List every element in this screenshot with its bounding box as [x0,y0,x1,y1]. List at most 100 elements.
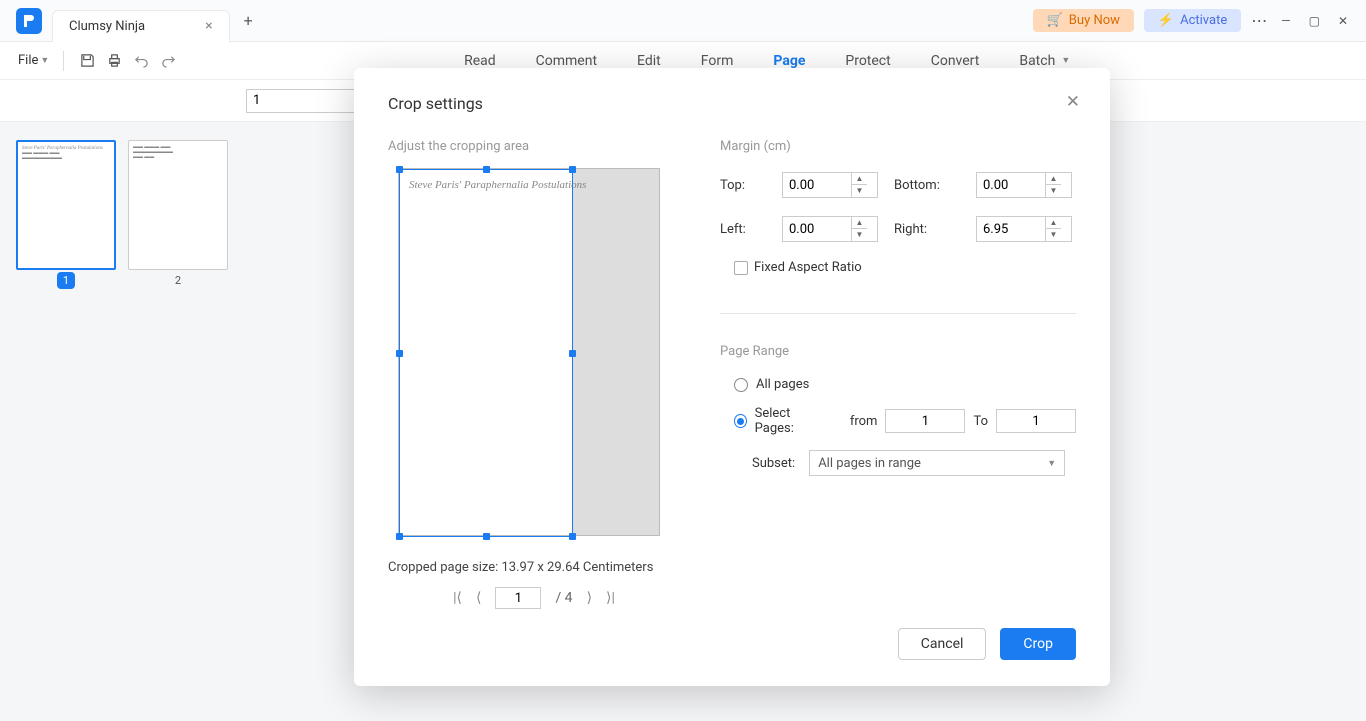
bottom-value[interactable] [977,178,1045,193]
handle-mid-left[interactable] [396,350,403,357]
buy-now-label: Buy Now [1069,13,1120,28]
fixed-aspect-label: Fixed Aspect Ratio [754,260,862,275]
spin-up-icon[interactable]: ▲ [1046,217,1061,229]
batch-label: Batch [1019,53,1055,69]
all-pages-label: All pages [756,377,809,392]
right-value[interactable] [977,222,1045,237]
adjust-label: Adjust the cropping area [388,139,680,154]
checkbox-icon [734,261,748,275]
tab-title: Clumsy Ninja [69,19,145,34]
handle-top-right[interactable] [569,166,576,173]
crop-button[interactable]: Crop [1000,628,1076,660]
menu-batch[interactable]: Batch ▼ [1019,53,1070,69]
right-label: Right: [894,222,964,237]
prev-page-icon[interactable]: ⟨ [476,590,481,606]
all-pages-radio[interactable]: All pages [734,377,1076,392]
cart-icon: 🛒 [1047,13,1063,28]
spin-up-icon[interactable]: ▲ [852,217,867,229]
dialog-title: Crop settings [388,94,1076,113]
radio-icon [734,414,747,428]
crop-preview[interactable]: Steve Paris' Paraphernalia Postulations [398,168,660,536]
handle-bot-right[interactable] [569,533,576,540]
select-pages-label: Select Pages: [755,406,824,436]
spin-down-icon[interactable]: ▼ [1046,185,1061,197]
subset-select[interactable]: All pages in range ▼ [809,450,1065,476]
document-tab[interactable]: Clumsy Ninja × [52,10,230,42]
menu-read[interactable]: Read [464,53,496,69]
right-input[interactable]: ▲▼ [976,216,1072,242]
lightning-icon: ⚡ [1158,13,1174,28]
top-label: Top: [720,178,770,193]
save-icon[interactable] [80,53,95,68]
spin-down-icon[interactable]: ▼ [1046,229,1061,241]
cropped-size-label: Cropped page size: 13.97 x 29.64 Centime… [388,560,680,575]
app-logo [16,8,42,34]
menu-page[interactable]: Page [773,53,805,69]
chevron-down-icon: ▼ [40,55,49,66]
last-page-icon[interactable]: ⟩| [606,590,615,606]
undo-icon[interactable] [134,53,149,68]
titlebar: Clumsy Ninja × + 🛒 Buy Now ⚡ Activate ⋯ … [0,0,1366,42]
cancel-button[interactable]: Cancel [898,628,987,660]
print-icon[interactable] [107,53,122,68]
thumbnail-2[interactable]: ▬▬ ▬▬▬ ▬▬▬▬▬▬▬▬▬▬▬▬ ▬▬ [128,140,228,270]
left-value[interactable] [783,222,851,237]
activate-button[interactable]: ⚡ Activate [1144,9,1241,32]
left-label: Left: [720,222,770,237]
select-pages-radio[interactable]: Select Pages: from To [734,406,1076,436]
bottom-input[interactable]: ▲▼ [976,172,1072,198]
minimize-icon[interactable]: — [1277,10,1294,32]
redo-icon[interactable] [161,53,176,68]
spin-down-icon[interactable]: ▼ [852,185,867,197]
buy-now-button[interactable]: 🛒 Buy Now [1033,9,1134,32]
spin-up-icon[interactable]: ▲ [852,173,867,185]
add-tab-button[interactable]: + [244,11,253,30]
from-input[interactable] [885,409,965,433]
menu-edit[interactable]: Edit [637,53,661,69]
first-page-icon[interactable]: |⟨ [453,590,462,606]
subset-label: Subset: [752,456,795,471]
menu-protect[interactable]: Protect [845,53,890,69]
from-label: from [850,414,878,429]
top-value[interactable] [783,178,851,193]
spin-up-icon[interactable]: ▲ [1046,173,1061,185]
close-window-icon[interactable]: ✕ [1334,10,1352,32]
file-menu[interactable]: File ▼ [14,49,53,72]
fixed-aspect-checkbox[interactable]: Fixed Aspect Ratio [734,260,1076,275]
page-range-label: Page Range [720,344,1076,359]
preview-page-input[interactable] [495,587,541,609]
file-label: File [18,53,38,68]
preview-pager: |⟨ ⟨ / 4 ⟩ ⟩| [388,587,680,609]
menu-comment[interactable]: Comment [536,53,597,69]
margin-section-label: Margin (cm) [720,139,1076,154]
maximize-icon[interactable]: ▢ [1305,10,1324,32]
to-input[interactable] [996,409,1076,433]
menu-convert[interactable]: Convert [931,53,980,69]
handle-top-left[interactable] [396,166,403,173]
to-label: To [973,414,988,429]
handle-bot-mid[interactable] [483,533,490,540]
thumbnail-panel: Steve Paris' Paraphernalia Postulations▬… [0,122,244,721]
crop-settings-dialog: Crop settings ✕ Adjust the cropping area… [354,68,1110,686]
close-dialog-icon[interactable]: ✕ [1066,92,1080,112]
handle-bot-left[interactable] [396,533,403,540]
more-menu-icon[interactable]: ⋯ [1251,11,1267,30]
chevron-down-icon: ▼ [1047,458,1056,469]
handle-mid-right[interactable] [569,350,576,357]
activate-label: Activate [1180,13,1227,28]
spin-down-icon[interactable]: ▼ [852,229,867,241]
page-number-input[interactable] [246,89,356,113]
close-tab-icon[interactable]: × [205,18,212,34]
menu-form[interactable]: Form [701,53,734,69]
left-input[interactable]: ▲▼ [782,216,878,242]
top-input[interactable]: ▲▼ [782,172,878,198]
handle-top-mid[interactable] [483,166,490,173]
bottom-label: Bottom: [894,178,964,193]
thumbnail-label-1: 1 [57,272,75,289]
subset-value: All pages in range [818,456,921,471]
thumbnail-1[interactable]: Steve Paris' Paraphernalia Postulations▬… [16,140,116,270]
crop-dimmed-area [573,169,659,535]
crop-selection[interactable] [399,169,573,537]
next-page-icon[interactable]: ⟩ [587,590,592,606]
preview-page-total: / 4 [555,590,572,606]
